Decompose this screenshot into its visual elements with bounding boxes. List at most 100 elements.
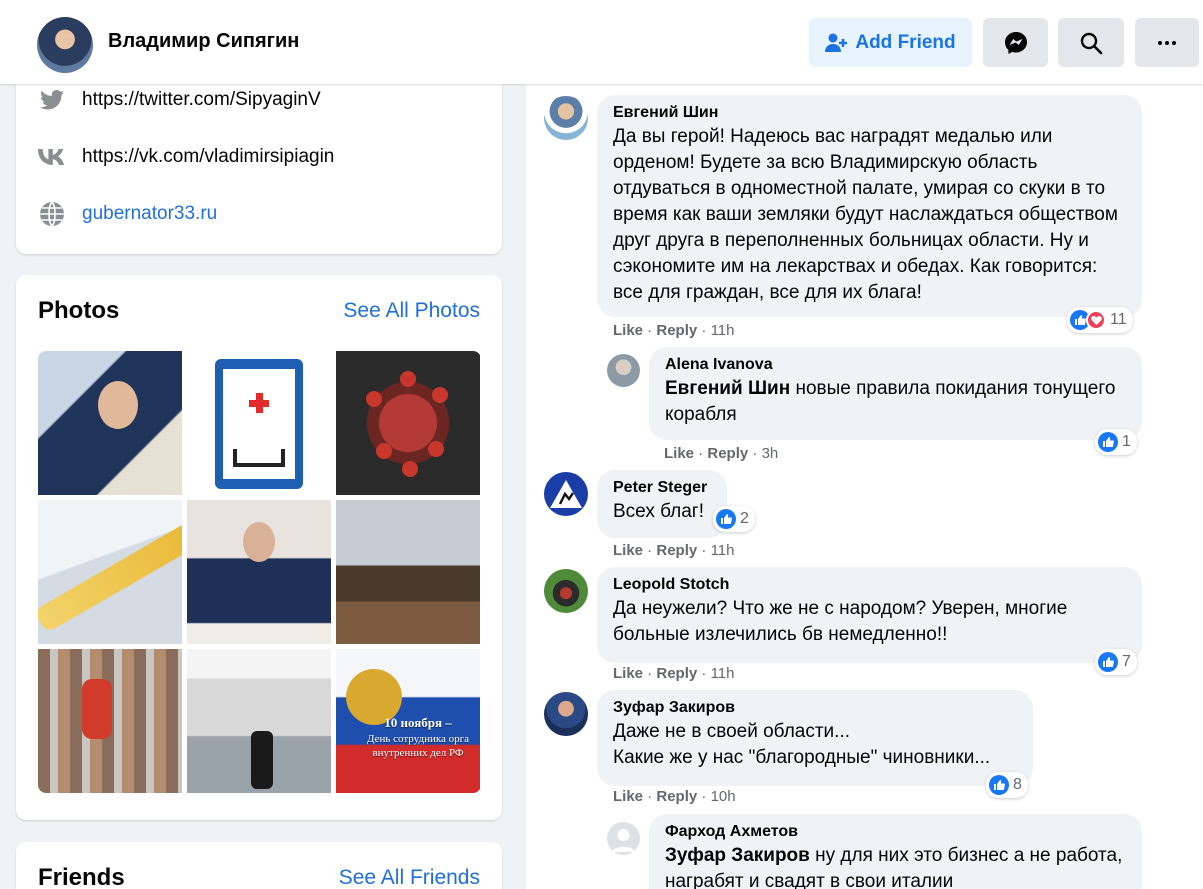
comment-time[interactable]: 3h xyxy=(762,445,779,462)
comment-time[interactable]: 10h xyxy=(711,788,736,805)
avatar[interactable] xyxy=(37,17,93,73)
avatar[interactable] xyxy=(607,354,640,387)
photo-thumbnail[interactable] xyxy=(187,351,331,495)
website-link-row[interactable]: gubernator33.ru xyxy=(38,200,217,228)
comment-author[interactable]: Фарход Ахметов xyxy=(665,822,1126,843)
photo-thumbnail[interactable] xyxy=(336,500,480,644)
avatar[interactable] xyxy=(544,569,588,613)
photo-thumbnail[interactable] xyxy=(336,351,480,495)
comment-text: Всех благ! xyxy=(613,500,704,522)
photo-thumbnail[interactable] xyxy=(187,649,331,793)
comment-bubble: Зуфар Закиров Даже не в своей области...… xyxy=(597,690,1033,786)
avatar[interactable] xyxy=(544,96,588,140)
vk-link[interactable]: https://vk.com/vladimirsipiagin xyxy=(82,146,334,168)
hospital-sign-image xyxy=(215,359,303,489)
comment-bubble: Peter Steger Всех благ! xyxy=(597,470,727,538)
like-reaction-icon xyxy=(1098,432,1118,452)
reaction-count[interactable]: 1 xyxy=(1095,429,1137,455)
photo-thumbnail[interactable] xyxy=(38,500,182,644)
globe-icon xyxy=(38,200,66,228)
photo-thumbnail[interactable] xyxy=(38,351,182,495)
add-friend-label: Add Friend xyxy=(855,31,956,53)
banner-text: 10 ноября – День сотрудника орга внутрен… xyxy=(366,715,470,760)
comments-feed: Евгений Шин Да вы герой! Надеюсь вас наг… xyxy=(526,60,1203,889)
reply-link[interactable]: Reply xyxy=(656,542,697,559)
more-icon xyxy=(1158,40,1176,45)
search-icon xyxy=(1080,32,1103,54)
reaction-count[interactable]: 11 xyxy=(1067,307,1133,333)
comment-text: Да вы герой! Надеюсь вас наградят медаль… xyxy=(613,125,1118,303)
mention-link[interactable]: Евгений Шин xyxy=(665,378,790,399)
comment-author[interactable]: Евгений Шин xyxy=(613,103,1126,124)
thermometer-image xyxy=(38,520,182,634)
reaction-count[interactable]: 8 xyxy=(986,772,1028,798)
comment-time[interactable]: 11h xyxy=(711,322,735,339)
see-all-friends-link[interactable]: See All Friends xyxy=(339,866,480,889)
comment-text: Евгений Шин новые правила покидания тону… xyxy=(665,377,1116,425)
reply-link[interactable]: Reply xyxy=(656,665,697,682)
like-link[interactable]: Like xyxy=(613,542,643,559)
mention-link[interactable]: Зуфар Закиров xyxy=(665,845,810,866)
add-friend-button[interactable]: Add Friend xyxy=(809,18,972,67)
avatar[interactable] xyxy=(544,472,588,516)
reply-link[interactable]: Reply xyxy=(656,788,697,805)
comment-author[interactable]: Зуфар Закиров xyxy=(613,698,1017,719)
comment-text: Какие же у нас "благородные" чиновники..… xyxy=(613,746,991,768)
search-button[interactable] xyxy=(1058,18,1124,67)
comment-actions: Like · Reply · 3h xyxy=(664,445,779,462)
comment-actions: Like · Reply · 10h xyxy=(613,788,736,805)
photo-thumbnail[interactable] xyxy=(187,500,331,644)
website-link[interactable]: gubernator33.ru xyxy=(82,203,217,225)
profile-name[interactable]: Владимир Сипягин xyxy=(108,30,299,53)
comment-author[interactable]: Alena Ivanova xyxy=(665,355,1126,376)
comment-actions: Like · Reply · 11h xyxy=(613,542,735,559)
comment-text: Зуфар Закиров ну для них это бизнес а не… xyxy=(665,844,1123,889)
comment-bubble: Leopold Stotch Да неужели? Что же не с н… xyxy=(597,567,1142,663)
like-link[interactable]: Like xyxy=(613,665,643,682)
photos-title: Photos xyxy=(38,297,120,324)
like-link[interactable]: Like xyxy=(664,445,694,462)
avatar[interactable] xyxy=(544,692,588,736)
photo-person xyxy=(251,731,273,789)
photo-thumbnail[interactable]: 10 ноября – День сотрудника орга внутрен… xyxy=(336,649,480,793)
photos-card: Photos See All Photos 10 ноября – День с… xyxy=(16,275,502,820)
like-link[interactable]: Like xyxy=(613,788,643,805)
comment-time[interactable]: 11h xyxy=(711,542,735,559)
reaction-count[interactable]: 2 xyxy=(713,506,755,532)
comment-actions: Like · Reply · 11h xyxy=(613,665,735,682)
reply-link[interactable]: Reply xyxy=(707,445,748,462)
avatar[interactable] xyxy=(607,822,640,855)
like-reaction-icon xyxy=(989,775,1009,795)
photos-grid: 10 ноября – День сотрудника орга внутрен… xyxy=(38,351,481,793)
see-all-photos-link[interactable]: See All Photos xyxy=(343,299,480,323)
messenger-icon xyxy=(1004,31,1027,54)
comment-time[interactable]: 11h xyxy=(711,665,735,682)
comment-bubble: Alena Ivanova Евгений Шин новые правила … xyxy=(649,347,1142,440)
reaction-number: 1 xyxy=(1122,433,1131,450)
comment-text: Да неужели? Что же не с народом? Уверен,… xyxy=(613,597,1068,645)
photo-thumbnail[interactable] xyxy=(38,649,182,793)
like-reaction-icon xyxy=(1098,652,1118,672)
twitter-icon xyxy=(38,86,66,114)
reaction-count[interactable]: 7 xyxy=(1095,649,1137,675)
vk-icon xyxy=(38,143,66,171)
reaction-number: 11 xyxy=(1110,311,1127,328)
photo-person xyxy=(243,522,275,562)
add-friend-icon xyxy=(825,33,848,52)
more-button[interactable] xyxy=(1135,18,1199,67)
twitter-link[interactable]: https://twitter.com/SipyaginV xyxy=(82,89,321,111)
comment-author[interactable]: Leopold Stotch xyxy=(613,575,1126,596)
vk-link-row[interactable]: https://vk.com/vladimirsipiagin xyxy=(38,143,334,171)
messenger-button[interactable] xyxy=(983,18,1048,67)
reply-link[interactable]: Reply xyxy=(656,322,697,339)
profile-header: Владимир Сипягин Add Friend xyxy=(0,0,1203,84)
intro-card: https://twitter.com/SipyaginV https://vk… xyxy=(16,60,502,254)
photo-person xyxy=(82,679,112,739)
twitter-link-row[interactable]: https://twitter.com/SipyaginV xyxy=(38,86,321,114)
comment-author[interactable]: Peter Steger xyxy=(613,478,711,499)
reaction-number: 8 xyxy=(1013,776,1022,793)
comment-actions: Like · Reply · 11h xyxy=(613,322,735,339)
love-reaction-icon xyxy=(1086,310,1106,330)
reaction-number: 2 xyxy=(740,510,749,527)
like-link[interactable]: Like xyxy=(613,322,643,339)
